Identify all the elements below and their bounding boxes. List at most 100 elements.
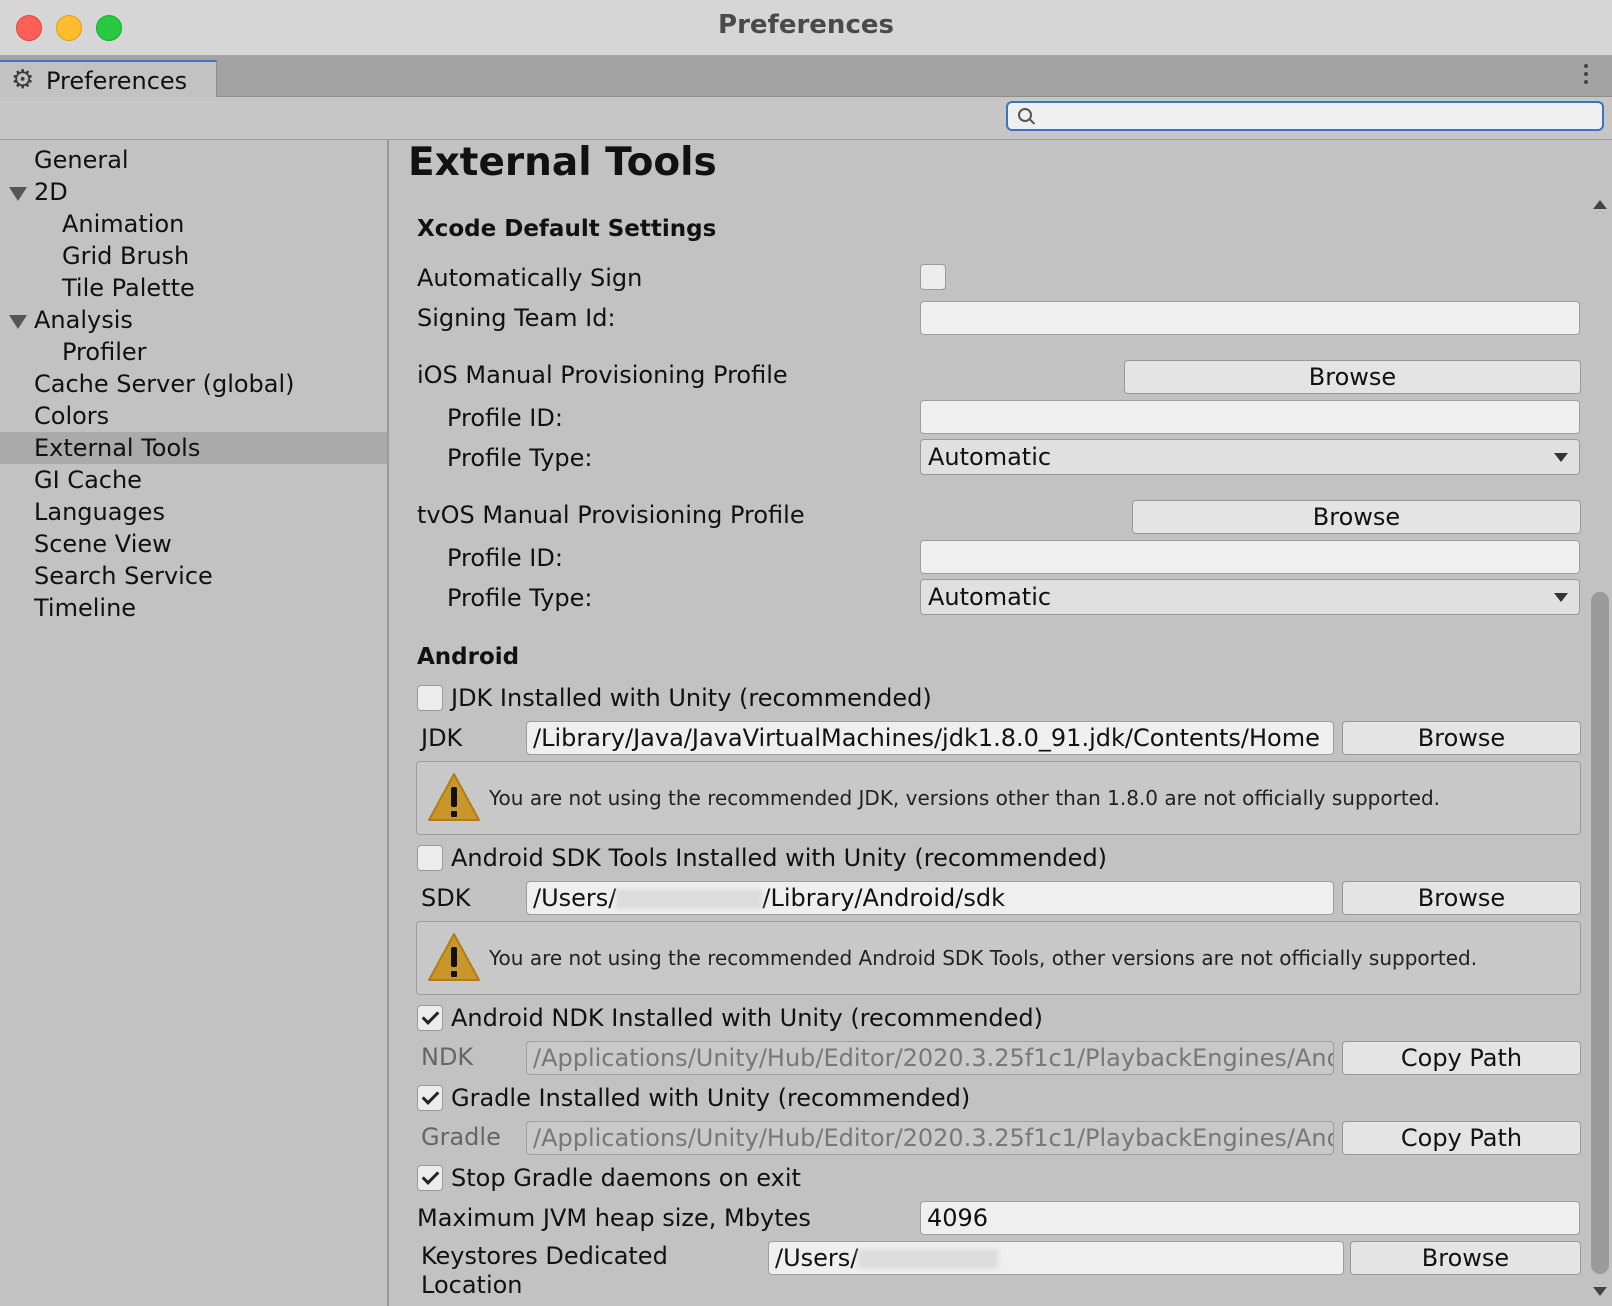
tvos-provisioning-heading: tvOS Manual Provisioning Profile [417, 501, 805, 529]
chevron-down-icon [1554, 593, 1568, 602]
ndk-path-field: /Applications/Unity/Hub/Editor/2020.3.25… [526, 1041, 1334, 1075]
jdk-warning-box: You are not using the recommended JDK, v… [416, 761, 1581, 835]
keystore-label-line1: Keystores Dedicated [421, 1242, 668, 1270]
keystore-browse-button[interactable]: Browse [1350, 1241, 1581, 1275]
sidebar-item-languages[interactable]: Languages [0, 496, 387, 528]
settings-panel: External Tools Xcode Default Settings Au… [389, 140, 1612, 1306]
keystore-path-field[interactable]: /Users/ [768, 1241, 1344, 1275]
sidebar-item-label: Animation [62, 210, 185, 238]
sdk-path-prefix: /Users/ [533, 884, 617, 912]
ios-profile-type-dropdown[interactable]: Automatic [920, 439, 1580, 475]
scrollbar-thumb[interactable] [1591, 592, 1609, 1274]
signing-team-id-field[interactable] [920, 301, 1580, 335]
gear-icon: ⚙ [11, 65, 35, 95]
stop-gradle-daemons-label: Stop Gradle daemons on exit [451, 1164, 801, 1192]
tvos-profile-type-label: Profile Type: [447, 584, 593, 612]
sidebar-item-label: Scene View [34, 530, 172, 558]
tvos-profile-type-value: Automatic [928, 583, 1052, 611]
scroll-down-arrow-icon[interactable] [1593, 1287, 1607, 1296]
scroll-up-arrow-icon[interactable] [1593, 200, 1607, 209]
ios-profile-id-field[interactable] [920, 400, 1580, 434]
jdk-label: JDK [421, 724, 463, 752]
sidebar-item-search-service[interactable]: Search Service [0, 560, 387, 592]
redacted-username [616, 889, 763, 909]
sdk-warning-text: You are not using the recommended Androi… [489, 946, 1478, 970]
title-bar: Preferences [0, 0, 1612, 56]
ndk-installed-checkbox[interactable] [417, 1005, 443, 1031]
jdk-path-field[interactable]: /Library/Java/JavaVirtualMachines/jdk1.8… [526, 721, 1334, 755]
sidebar-item-tile-palette[interactable]: Tile Palette [0, 272, 387, 304]
keystore-label-line2: Location [421, 1271, 523, 1299]
automatically-sign-checkbox[interactable] [920, 264, 946, 290]
ndk-installed-label: Android NDK Installed with Unity (recomm… [451, 1004, 1044, 1032]
ios-browse-button[interactable]: Browse [1124, 360, 1581, 394]
sidebar: General 2D Animation Grid Brush Tile Pal… [0, 140, 389, 1306]
tab-label: Preferences [46, 67, 188, 95]
sidebar-item-gi-cache[interactable]: GI Cache [0, 464, 387, 496]
sidebar-item-label: Colors [34, 402, 110, 430]
jvm-heap-field[interactable]: 4096 [920, 1201, 1580, 1235]
sidebar-item-grid-brush[interactable]: Grid Brush [0, 240, 387, 272]
jdk-installed-checkbox[interactable] [417, 685, 443, 711]
sidebar-item-animation[interactable]: Animation [0, 208, 387, 240]
tvos-profile-id-label: Profile ID: [447, 544, 563, 572]
xcode-section-heading: Xcode Default Settings [417, 216, 717, 242]
keystore-path-prefix: /Users/ [775, 1244, 859, 1272]
gradle-copy-path-button[interactable]: Copy Path [1342, 1121, 1581, 1155]
jvm-heap-label: Maximum JVM heap size, Mbytes [417, 1204, 811, 1232]
search-field[interactable] [1006, 101, 1604, 131]
gradle-installed-checkbox[interactable] [417, 1085, 443, 1111]
chevron-down-icon [1554, 453, 1568, 462]
tab-strip: ⚙ Preferences [0, 56, 1612, 98]
expand-triangle-icon[interactable] [9, 187, 27, 201]
ios-profile-type-label: Profile Type: [447, 444, 593, 472]
signing-team-id-label: Signing Team Id: [417, 304, 616, 332]
sdk-path-suffix: /Library/Android/sdk [762, 884, 1005, 912]
sidebar-item-external-tools[interactable]: External Tools [0, 432, 387, 464]
sidebar-item-profiler[interactable]: Profiler [0, 336, 387, 368]
ios-profile-id-label: Profile ID: [447, 404, 563, 432]
stop-gradle-daemons-checkbox[interactable] [417, 1165, 443, 1191]
sidebar-item-timeline[interactable]: Timeline [0, 592, 387, 624]
expand-triangle-icon[interactable] [9, 315, 27, 329]
sidebar-item-label: Cache Server (global) [34, 370, 295, 398]
sidebar-item-label: Languages [34, 498, 165, 526]
window-title: Preferences [718, 10, 894, 40]
sdk-browse-button[interactable]: Browse [1342, 881, 1581, 915]
sidebar-item-2d[interactable]: 2D [0, 176, 387, 208]
sidebar-item-analysis[interactable]: Analysis [0, 304, 387, 336]
ios-provisioning-heading: iOS Manual Provisioning Profile [417, 361, 788, 389]
automatically-sign-label: Automatically Sign [417, 264, 643, 292]
warning-icon [428, 773, 480, 821]
gradle-path-field: /Applications/Unity/Hub/Editor/2020.3.25… [526, 1121, 1334, 1155]
sidebar-item-colors[interactable]: Colors [0, 400, 387, 432]
sidebar-item-label: Timeline [34, 594, 137, 622]
ndk-label: NDK [421, 1043, 474, 1071]
preferences-window: Preferences ⚙ Preferences General 2D Ani… [0, 0, 1612, 1306]
more-options-icon[interactable] [1584, 64, 1588, 88]
search-bar [0, 97, 1612, 140]
search-icon [1018, 108, 1032, 122]
tab-preferences[interactable]: ⚙ Preferences [0, 60, 217, 98]
sdk-installed-checkbox[interactable] [417, 845, 443, 871]
sidebar-item-label: 2D [34, 178, 68, 206]
sidebar-item-label: Grid Brush [62, 242, 190, 270]
sidebar-item-general[interactable]: General [0, 144, 387, 176]
sdk-path-field[interactable]: /Users/ /Library/Android/sdk [526, 881, 1334, 915]
sidebar-item-label: General [34, 146, 129, 174]
tvos-profile-type-dropdown[interactable]: Automatic [920, 579, 1580, 615]
sidebar-item-scene-view[interactable]: Scene View [0, 528, 387, 560]
search-input[interactable] [1038, 105, 1592, 129]
redacted-username [858, 1249, 999, 1269]
sidebar-item-cache-server[interactable]: Cache Server (global) [0, 368, 387, 400]
android-section-heading: Android [417, 644, 520, 670]
sidebar-item-label: GI Cache [34, 466, 142, 494]
jdk-browse-button[interactable]: Browse [1342, 721, 1581, 755]
gradle-label: Gradle [421, 1123, 501, 1151]
tvos-browse-button[interactable]: Browse [1132, 500, 1581, 534]
sidebar-item-label: Tile Palette [62, 274, 195, 302]
tvos-profile-id-field[interactable] [920, 540, 1580, 574]
ndk-copy-path-button[interactable]: Copy Path [1342, 1041, 1581, 1075]
jdk-installed-label: JDK Installed with Unity (recommended) [451, 684, 932, 712]
sdk-label: SDK [421, 884, 471, 912]
